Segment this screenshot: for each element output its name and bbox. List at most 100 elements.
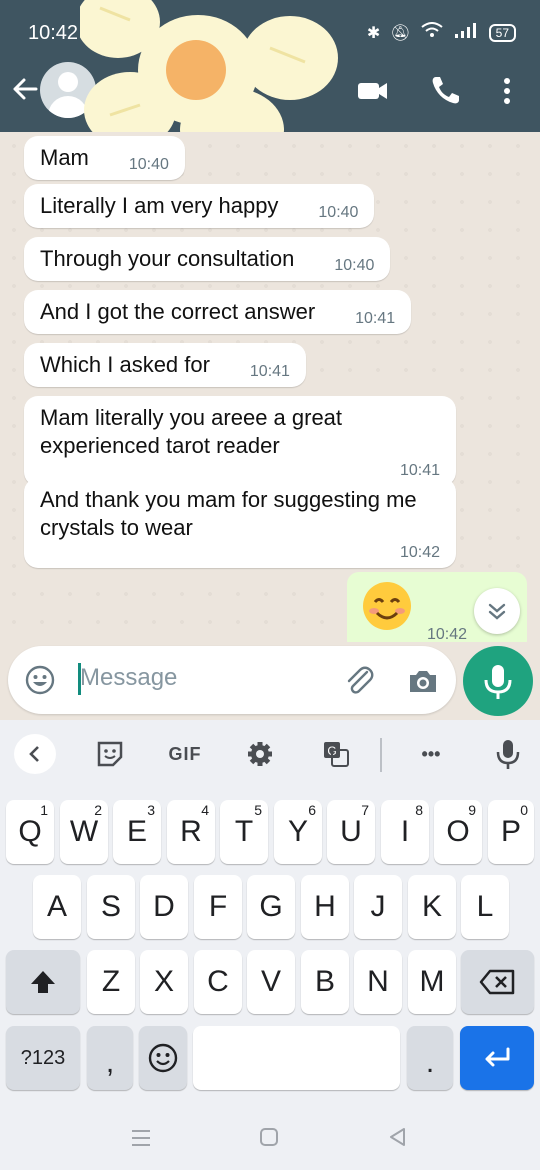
- message-time: 10:41: [355, 310, 396, 327]
- period-key[interactable]: .: [407, 1026, 453, 1090]
- backspace-icon: [479, 969, 514, 995]
- key-k[interactable]: K: [408, 875, 456, 939]
- key-s[interactable]: S: [87, 875, 135, 939]
- battery-icon: 57: [488, 23, 516, 42]
- sticker-button[interactable]: [90, 734, 130, 774]
- message-time: 10:42: [427, 626, 468, 642]
- comma-key[interactable]: ,: [87, 1026, 133, 1090]
- key-c[interactable]: C: [194, 950, 242, 1014]
- message-bubble[interactable]: Which I asked for 10:41: [24, 343, 306, 387]
- key-hint: 0: [520, 802, 528, 818]
- key-b[interactable]: B: [301, 950, 349, 1014]
- status-time: 10:42: [28, 22, 79, 44]
- key-p[interactable]: P0: [488, 800, 534, 864]
- sticker-icon: [97, 741, 123, 767]
- phone-call-icon[interactable]: [428, 74, 462, 108]
- key-g[interactable]: G: [247, 875, 295, 939]
- toolbar-divider: [380, 738, 382, 772]
- more-tools-button[interactable]: •••: [408, 734, 454, 774]
- message-bubble[interactable]: And thank you mam for suggesting me crys…: [24, 478, 456, 568]
- video-call-icon[interactable]: [356, 74, 390, 108]
- key-label: W: [69, 815, 99, 848]
- emoji-icon: [148, 1043, 178, 1073]
- shift-key[interactable]: [6, 950, 80, 1014]
- key-label: I: [400, 815, 410, 848]
- key-m[interactable]: M: [408, 950, 456, 1014]
- emoji-icon[interactable]: [24, 664, 56, 696]
- wifi-icon: [421, 22, 443, 43]
- key-label: U: [340, 815, 362, 848]
- key-h[interactable]: H: [301, 875, 349, 939]
- double-chevron-down-icon: [488, 603, 506, 620]
- key-x[interactable]: X: [140, 950, 188, 1014]
- key-label: Q: [18, 815, 42, 848]
- key-hint: 9: [468, 802, 476, 818]
- key-w[interactable]: W2: [60, 800, 108, 864]
- back-arrow-icon[interactable]: [10, 74, 40, 104]
- translate-button[interactable]: G: [316, 734, 356, 774]
- backspace-key[interactable]: [461, 950, 534, 1014]
- key-label: P: [500, 815, 521, 848]
- message-text: And thank you mam for suggesting me crys…: [40, 487, 417, 540]
- voice-typing-button[interactable]: [488, 734, 528, 774]
- key-label: T: [234, 815, 254, 848]
- key-hint: 1: [40, 802, 48, 818]
- key-l[interactable]: L: [461, 875, 509, 939]
- shift-arrow-icon: [31, 971, 55, 993]
- emoji-key[interactable]: [139, 1026, 187, 1090]
- key-hint: 8: [415, 802, 423, 818]
- message-time: 10:40: [318, 204, 359, 221]
- home-icon[interactable]: [258, 1126, 280, 1148]
- microphone-icon: [496, 740, 520, 769]
- symbols-key[interactable]: ?123: [6, 1026, 80, 1090]
- key-label: R: [180, 815, 202, 848]
- chat-area[interactable]: Mam 10:40 Literally I am very happy 10:4…: [0, 132, 540, 642]
- key-hint: 3: [147, 802, 155, 818]
- enter-key[interactable]: [460, 1026, 534, 1090]
- camera-icon[interactable]: [406, 664, 440, 698]
- key-hint: 4: [201, 802, 209, 818]
- recent-apps-icon[interactable]: [130, 1128, 152, 1148]
- status-icons: ✱ 🔕︎ 57: [367, 22, 516, 43]
- key-u[interactable]: U7: [327, 800, 375, 864]
- key-t[interactable]: T5: [220, 800, 268, 864]
- attach-paperclip-icon[interactable]: [342, 664, 376, 698]
- chevron-left-icon: [29, 746, 39, 762]
- scroll-to-bottom-button[interactable]: [474, 588, 520, 634]
- message-input-bar[interactable]: Message: [8, 646, 456, 714]
- keyboard-collapse-button[interactable]: [14, 734, 56, 774]
- key-j[interactable]: J: [354, 875, 402, 939]
- key-q[interactable]: Q1: [6, 800, 54, 864]
- message-text: Through your consultation: [40, 246, 295, 271]
- key-e[interactable]: E3: [113, 800, 161, 864]
- key-n[interactable]: N: [354, 950, 402, 1014]
- key-a[interactable]: A: [33, 875, 81, 939]
- signal-icon: [453, 22, 479, 43]
- gif-button[interactable]: GIF: [160, 734, 210, 774]
- message-input[interactable]: Message: [80, 664, 177, 692]
- message-bubble[interactable]: Through your consultation 10:40: [24, 237, 391, 281]
- space-key[interactable]: [193, 1026, 400, 1090]
- message-bubble[interactable]: Mam literally you areee a great experien…: [24, 396, 456, 486]
- message-bubble[interactable]: Mam 10:40: [24, 136, 185, 180]
- key-i[interactable]: I8: [381, 800, 429, 864]
- key-r[interactable]: R4: [167, 800, 215, 864]
- key-v[interactable]: V: [247, 950, 295, 1014]
- voice-record-button[interactable]: [463, 646, 533, 716]
- key-y[interactable]: Y6: [274, 800, 322, 864]
- message-time: 10:41: [249, 363, 290, 380]
- message-bubble[interactable]: And I got the correct answer 10:41: [24, 290, 412, 334]
- key-label: E: [126, 815, 147, 848]
- back-nav-icon[interactable]: [386, 1126, 408, 1148]
- more-options-icon[interactable]: [490, 74, 524, 108]
- key-d[interactable]: D: [140, 875, 188, 939]
- key-z[interactable]: Z: [87, 950, 135, 1014]
- key-o[interactable]: O9: [434, 800, 482, 864]
- return-arrow-icon: [485, 1047, 510, 1067]
- settings-button[interactable]: [240, 734, 280, 774]
- message-time: 10:42: [399, 544, 440, 561]
- key-hint: 6: [308, 802, 316, 818]
- message-time: 10:40: [128, 156, 169, 173]
- key-f[interactable]: F: [194, 875, 242, 939]
- message-bubble[interactable]: Literally I am very happy 10:40: [24, 184, 375, 228]
